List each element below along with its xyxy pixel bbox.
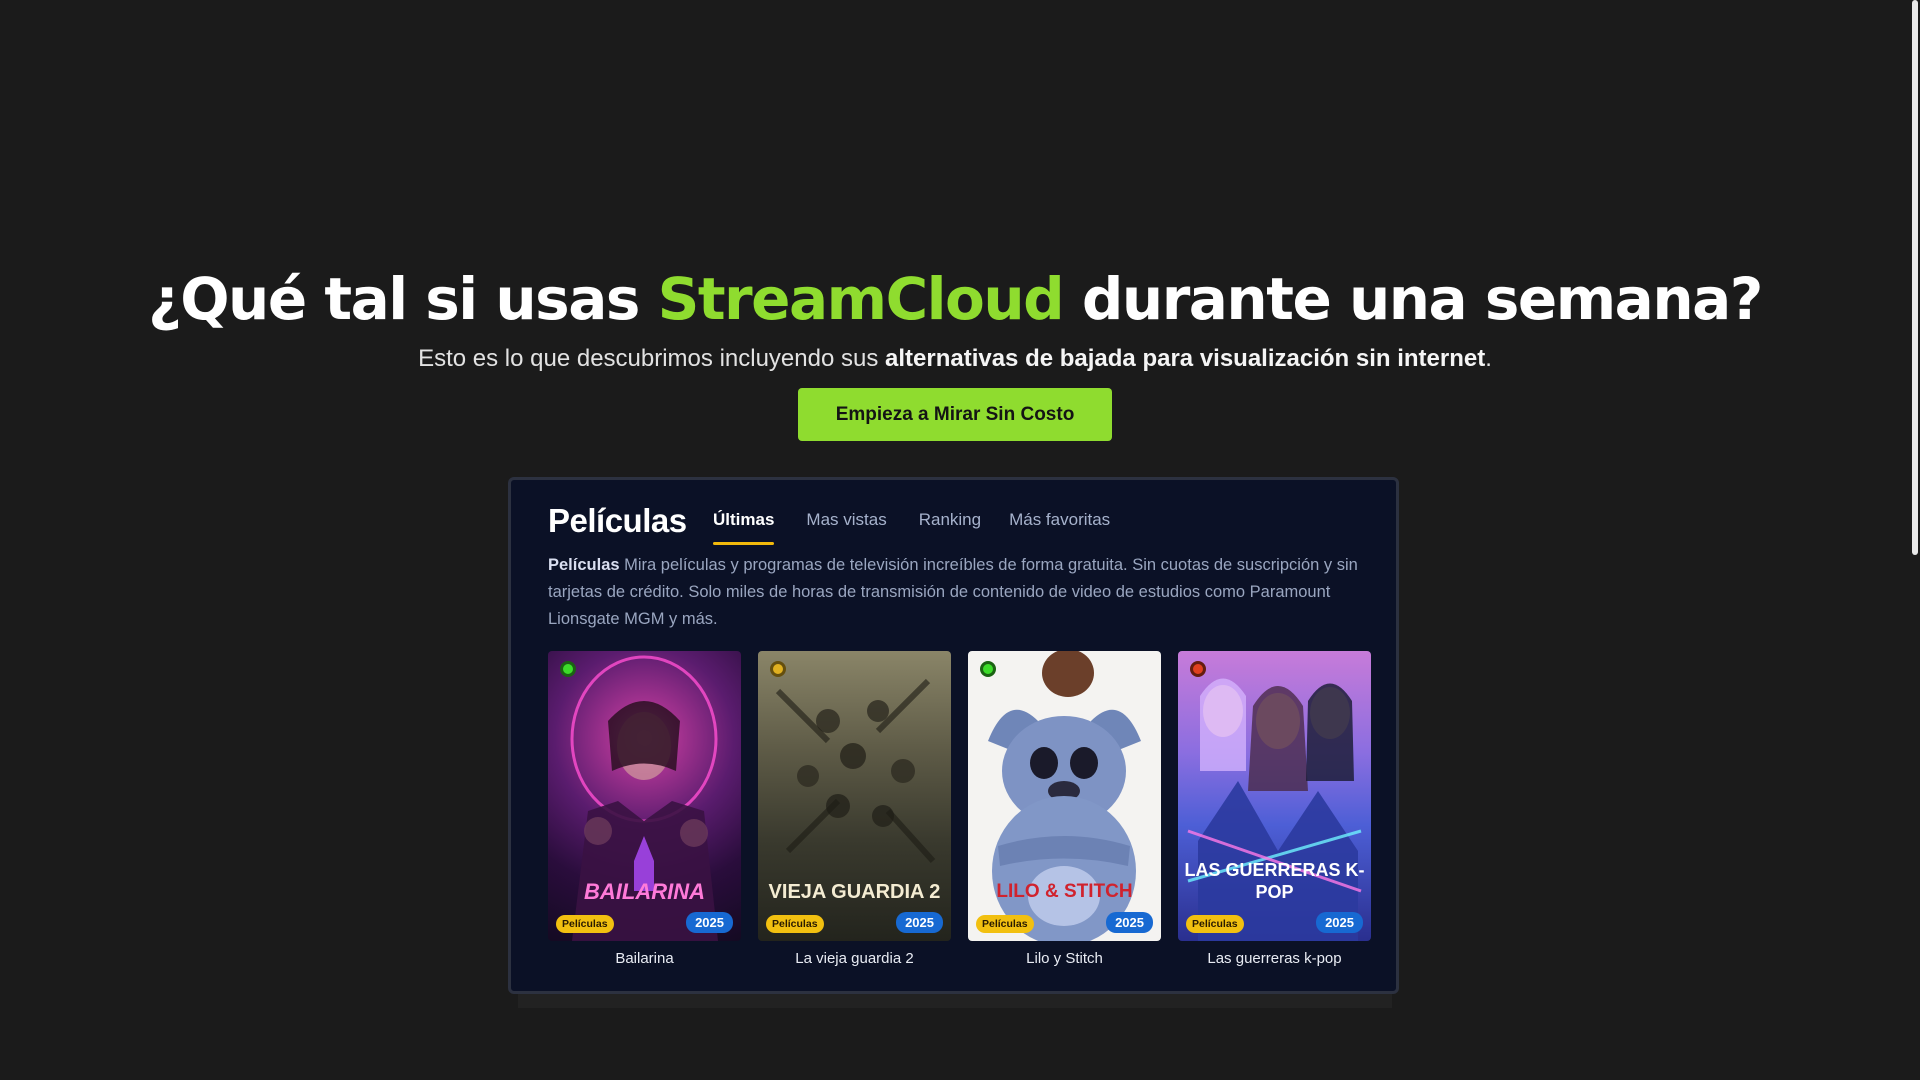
landing-page: ¿Qué tal si usas StreamCloud durante una… xyxy=(0,0,1920,1080)
category-badge: Películas xyxy=(1186,915,1244,933)
hero-subtitle-end: . xyxy=(1485,345,1492,372)
movies-preview-card: Películas Últimas Mas vistas Ranking Más… xyxy=(508,477,1399,994)
movie-card[interactable]: BAILARINA Películas 2025 Bailarina xyxy=(548,651,741,967)
hero-title-start: ¿Qué tal si usas xyxy=(148,265,658,333)
status-dot xyxy=(560,661,576,677)
tab-most-viewed[interactable]: Mas vistas xyxy=(806,506,886,550)
status-dot xyxy=(980,661,996,677)
year-badge: 2025 xyxy=(896,912,943,933)
section-description: Películas Mira películas y programas de … xyxy=(548,552,1378,633)
brand-name: StreamCloud xyxy=(657,265,1065,333)
page-scrollbar[interactable] xyxy=(1910,0,1920,1080)
poster-logo-text: VIEJA GUARDIA 2 xyxy=(768,881,941,903)
hero-subtitle: Esto es lo que descubrimos incluyendo su… xyxy=(0,345,1910,373)
movie-title[interactable]: La vieja guardia 2 xyxy=(758,950,951,967)
hero-subtitle-start: Esto es lo que descubrimos incluyendo su… xyxy=(418,345,885,372)
scrollbar-thumb[interactable] xyxy=(1912,0,1918,555)
hero-subtitle-highlight: alternativas de bajada para visualizació… xyxy=(885,345,1486,372)
section-description-text: Mira películas y programas de televisión… xyxy=(548,556,1358,628)
hero-title-end: durante una semana? xyxy=(1063,265,1764,333)
tab-latest[interactable]: Últimas xyxy=(713,506,775,550)
year-badge: 2025 xyxy=(686,912,733,933)
movie-poster[interactable]: VIEJA GUARDIA 2 Películas 2025 xyxy=(758,651,951,941)
year-badge: 2025 xyxy=(1106,912,1153,933)
status-dot xyxy=(770,661,786,677)
movie-poster[interactable]: BAILARINA Películas 2025 xyxy=(548,651,741,941)
movie-grid: BAILARINA Películas 2025 Bailarina VIEJA… xyxy=(548,651,1388,967)
category-badge: Películas xyxy=(556,915,614,933)
movie-card[interactable]: LILO & STITCH Películas 2025 Lilo y Stit… xyxy=(968,651,1161,967)
movie-title[interactable]: Lilo y Stitch xyxy=(968,950,1161,967)
movie-card[interactable]: VIEJA GUARDIA 2 Películas 2025 La vieja … xyxy=(758,651,951,967)
movie-title[interactable]: Bailarina xyxy=(548,950,741,967)
status-dot xyxy=(1190,661,1206,677)
start-watching-button[interactable]: Empieza a Mirar Sin Costo xyxy=(798,388,1112,441)
movie-poster[interactable]: LAS GUERRERAS K-POP Películas 2025 xyxy=(1178,651,1371,941)
section-description-lead: Películas xyxy=(548,556,620,574)
poster-logo-text: BAILARINA xyxy=(584,879,705,904)
year-badge: 2025 xyxy=(1316,912,1363,933)
tab-ranking[interactable]: Ranking xyxy=(919,506,981,550)
poster-logo-text: LILO & STITCH xyxy=(996,881,1133,902)
section-title: Películas xyxy=(548,502,687,539)
hero-title: ¿Qué tal si usas StreamCloud durante una… xyxy=(0,264,1910,334)
category-badge: Películas xyxy=(766,915,824,933)
poster-logo-text: LAS GUERRERAS K-POP xyxy=(1184,860,1365,902)
tab-favorites[interactable]: Más favoritas xyxy=(1009,506,1110,550)
movie-card[interactable]: LAS GUERRERAS K-POP Películas 2025 Las g… xyxy=(1178,651,1371,967)
category-badge: Películas xyxy=(976,915,1034,933)
movie-title[interactable]: Las guerreras k-pop xyxy=(1178,950,1371,967)
movie-poster[interactable]: LILO & STITCH Películas 2025 xyxy=(968,651,1161,941)
movie-tabs: Últimas Mas vistas Ranking Más favoritas xyxy=(713,506,1142,550)
